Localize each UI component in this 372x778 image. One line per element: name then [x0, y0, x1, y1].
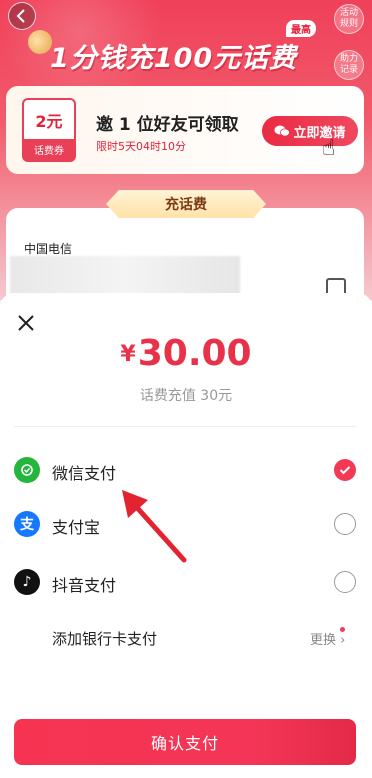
- invite-countdown: 限时5天04时10分: [96, 140, 186, 153]
- records-button[interactable]: 助力记录: [334, 50, 364, 80]
- close-icon[interactable]: [16, 313, 36, 333]
- payment-method-label: 抖音支付: [52, 576, 117, 595]
- invite-button-label: 立即邀请: [293, 125, 346, 141]
- add-bank-card-label: 添加银行卡支付: [52, 630, 158, 648]
- payment-method-label: 支付宝: [52, 518, 101, 537]
- pointing-hand-icon: ☝: [322, 136, 336, 161]
- notification-dot: [340, 627, 345, 632]
- radio-checked[interactable]: [334, 459, 356, 481]
- coupon-value: 2元: [35, 112, 63, 131]
- coupon: 2元 话费券: [22, 98, 76, 162]
- change-link-label: 更换: [310, 633, 337, 648]
- chevron-left-icon: [16, 9, 25, 23]
- radio-unchecked[interactable]: [334, 513, 356, 535]
- douyin-pay-icon: ♪: [14, 569, 40, 595]
- back-button[interactable]: [8, 2, 36, 30]
- invite-title: 邀 1 位好友可领取: [96, 115, 239, 135]
- payment-method-label: 微信支付: [52, 464, 117, 483]
- divider: [14, 426, 356, 427]
- phone-number-blurred: [10, 256, 240, 298]
- payment-amount: ¥30.00: [0, 333, 372, 374]
- carrier-label: 中国电信: [24, 242, 73, 256]
- currency-symbol: ¥: [120, 342, 136, 367]
- best-tag: 最高: [286, 20, 316, 37]
- payment-method-wechat[interactable]: 微信支付: [0, 449, 372, 489]
- rules-button[interactable]: 活动规则: [334, 4, 364, 34]
- confirm-payment-button[interactable]: 确认支付: [14, 719, 356, 765]
- chevron-right-icon: ›: [340, 633, 346, 648]
- check-icon: [339, 466, 351, 475]
- wechat-pay-icon: [14, 457, 40, 483]
- recharge-banner: 充话费: [106, 190, 266, 218]
- change-link[interactable]: 更换 ›: [310, 627, 346, 648]
- arrow-annotation-icon: [122, 490, 187, 563]
- alipay-icon: 支: [14, 511, 40, 537]
- promo-headline: 1分钱充100元话费: [50, 43, 298, 74]
- invite-card: 2元 话费券 邀 1 位好友可领取 限时5天04时10分 立即邀请: [6, 86, 364, 174]
- invite-button[interactable]: 立即邀请: [262, 116, 358, 146]
- coupon-label: 话费券: [24, 139, 74, 160]
- radio-unchecked[interactable]: [334, 571, 356, 593]
- amount-value: 30.00: [137, 333, 252, 374]
- wechat-icon: [274, 125, 291, 137]
- add-bank-card-row[interactable]: 添加银行卡支付 更换 ›: [0, 617, 372, 657]
- amount-description: 话费充值 30元: [139, 388, 233, 404]
